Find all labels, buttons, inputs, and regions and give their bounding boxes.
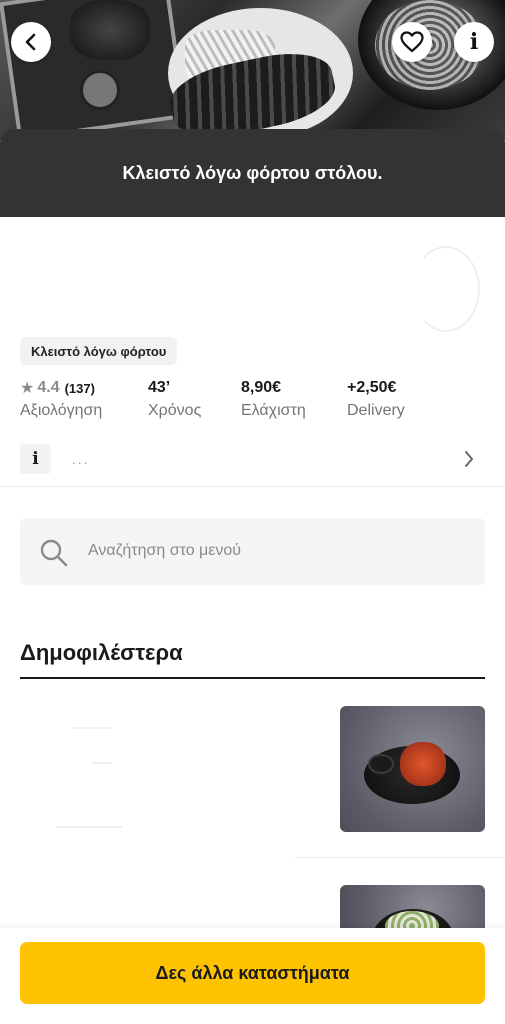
sauce-dish xyxy=(368,754,394,774)
stat-delivery: +2,50€ Delivery xyxy=(347,378,405,420)
loading-placeholder xyxy=(72,727,110,729)
store-logo-placeholder xyxy=(412,246,480,332)
stat-minimum: 8,90€ Ελάχιστη xyxy=(241,378,306,420)
minimum-value: 8,90€ xyxy=(241,379,282,396)
section-underline xyxy=(20,677,485,679)
store-info-row[interactable]: i ... xyxy=(20,443,485,475)
closed-banner: Κλειστό λόγω φόρτου στόλου. xyxy=(0,129,505,217)
chevron-right-icon xyxy=(465,451,473,467)
minimum-label: Ελάχιστη xyxy=(241,402,306,419)
stat-time: 43’ Χρόνος xyxy=(148,378,201,420)
see-other-stores-button[interactable]: Δες άλλα καταστήματα xyxy=(20,942,485,1004)
time-label: Χρόνος xyxy=(148,402,202,419)
heart-outline-icon xyxy=(400,31,424,53)
info-button[interactable]: i xyxy=(454,22,494,62)
status-badge-label: Κλειστό λόγω φόρτου xyxy=(31,343,167,359)
delivery-label: Delivery xyxy=(347,402,405,419)
loading-placeholder xyxy=(56,826,122,828)
search-icon xyxy=(40,539,68,567)
section-title: Δημοφιλέστερα xyxy=(20,640,183,665)
status-badge: Κλειστό λόγω φόρτου xyxy=(20,337,178,365)
delivery-value: +2,50€ xyxy=(347,379,397,396)
info-icon: i xyxy=(20,444,51,474)
hero-sauce-cup xyxy=(80,70,120,110)
rating-label: Αξιολόγηση xyxy=(20,402,103,419)
store-stats: ★ 4.4 (137) Αξιολόγηση 43’ Χρόνος 8,90€ … xyxy=(20,378,490,426)
search-placeholder: Αναζήτηση στο μενού xyxy=(88,542,242,559)
hero-steak xyxy=(70,0,150,60)
rating-count: (137) xyxy=(64,380,95,396)
menu-search-input[interactable]: Αναζήτηση στο μενού xyxy=(20,518,485,585)
food xyxy=(400,742,446,786)
back-button[interactable] xyxy=(11,22,51,62)
loading-placeholder xyxy=(92,762,112,764)
stat-rating[interactable]: ★ 4.4 (137) Αξιολόγηση xyxy=(20,378,102,420)
star-icon: ★ xyxy=(20,380,35,397)
store-info-text: ... xyxy=(72,451,90,467)
favorite-button[interactable] xyxy=(392,22,432,62)
menu-item-image[interactable] xyxy=(340,706,485,832)
divider xyxy=(0,486,505,487)
info-icon: i xyxy=(469,29,479,55)
closed-banner-text: Κλειστό λόγω φόρτου στόλου. xyxy=(122,162,383,183)
hero-image xyxy=(0,0,505,140)
item-separator xyxy=(294,857,505,858)
time-value: 43’ xyxy=(148,379,171,396)
chevron-left-icon xyxy=(25,33,36,51)
rating-value: 4.4 xyxy=(37,379,60,396)
